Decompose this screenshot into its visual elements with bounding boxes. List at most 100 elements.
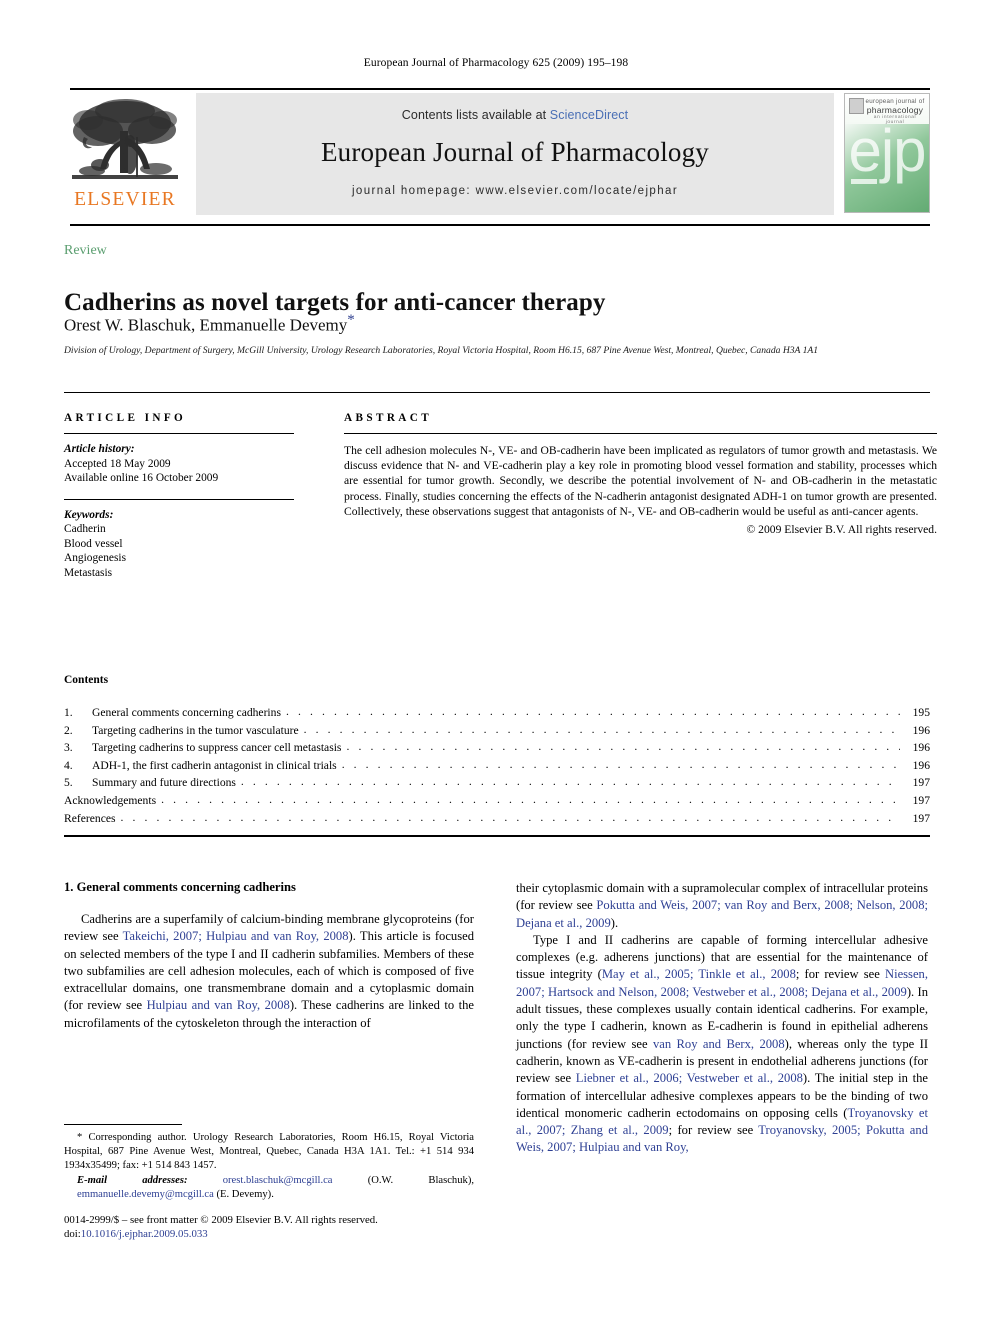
- toc-row[interactable]: References . . . . . . . . . . . . . . .…: [64, 810, 930, 828]
- toc-page-number: 196: [912, 758, 930, 772]
- masthead-top-rule: [70, 88, 930, 90]
- body-paragraph: their cytoplasmic domain with a supramol…: [516, 880, 928, 932]
- citation-link[interactable]: van Roy and Berx, 2008: [653, 1037, 785, 1051]
- citation-link[interactable]: Takeichi, 2007; Hulpiau and van Roy, 200…: [123, 929, 349, 943]
- toc-label[interactable]: Targeting cadherins to suppress cancer c…: [92, 739, 346, 757]
- article-type-label: Review: [64, 243, 107, 258]
- toc-row[interactable]: 3. Targeting cadherins to suppress cance…: [64, 739, 930, 757]
- text-run: ; for review see: [668, 1123, 759, 1138]
- toc-page-number: 197: [912, 776, 930, 790]
- abstract-rule: [344, 433, 937, 434]
- journal-masthead: ELSEVIER Contents lists available at Sci…: [70, 93, 930, 215]
- running-head: European Journal of Pharmacology 625 (20…: [363, 57, 629, 69]
- affiliation-rule: [64, 392, 930, 393]
- author-names: Orest W. Blaschuk, Emmanuelle Devemy: [64, 315, 348, 335]
- toc-label[interactable]: Acknowledgements: [64, 792, 161, 810]
- table-of-contents: 1. General comments concerning cadherins…: [64, 704, 930, 827]
- email-link-2[interactable]: emmanuelle.devemy@mcgill.ca: [77, 1189, 214, 1200]
- text-run: ).: [610, 915, 619, 930]
- toc-leader-dots: . . . . . . . . . . . . . . . . . . . . …: [120, 810, 901, 824]
- toc-page-number: 196: [912, 723, 930, 737]
- toc-label[interactable]: Targeting cadherins in the tumor vascula…: [92, 722, 304, 740]
- article-history-label: Article history:: [64, 443, 135, 455]
- body-column-left: 1. General comments concerning cadherins…: [64, 880, 474, 1032]
- email-addresses-label: E-mail addresses:: [77, 1174, 188, 1186]
- doi-label: doi:: [64, 1228, 81, 1241]
- keyword-item: Angiogenesis: [64, 552, 127, 564]
- toc-number: 1.: [64, 706, 73, 719]
- cover-line-1: european journal of: [865, 98, 925, 105]
- corresponding-author-note: * Corresponding author. Urology Research…: [64, 1131, 474, 1174]
- article-info-column: ARTICLE INFO Article history: Accepted 1…: [64, 412, 294, 580]
- contents-available-line: Contents lists available at ScienceDirec…: [196, 93, 834, 122]
- cover-line-2: pharmacology: [866, 105, 924, 115]
- masthead-banner: Contents lists available at ScienceDirec…: [196, 93, 834, 215]
- abstract-copyright: © 2009 Elsevier B.V. All rights reserved…: [746, 523, 937, 537]
- toc-number: 5.: [64, 776, 73, 790]
- toc-page-number: 197: [912, 811, 930, 825]
- text-run: ; for review see: [795, 967, 885, 982]
- toc-leader-dots: . . . . . . . . . . . . . . . . . . . . …: [240, 775, 900, 789]
- elsevier-wordmark: ELSEVIER: [74, 189, 176, 210]
- cover-publisher-mark-icon: [849, 98, 864, 114]
- toc-row[interactable]: 5. Summary and future directions . . . .…: [64, 774, 930, 792]
- article-history-block: Article history: Accepted 18 May 2009 Av…: [64, 442, 294, 486]
- toc-row[interactable]: Acknowledgements . . . . . . . . . . . .…: [64, 792, 930, 810]
- article-info-heading: ARTICLE INFO: [64, 412, 187, 424]
- citation-link[interactable]: Liebner et al., 2006; Vestweber et al., …: [576, 1071, 803, 1085]
- toc-leader-dots: . . . . . . . . . . . . . . . . . . . . …: [346, 740, 900, 754]
- corresponding-author-marker: *: [347, 312, 355, 328]
- toc-page-number: 197: [912, 793, 930, 807]
- accepted-date: Accepted 18 May 2009: [64, 457, 171, 470]
- author-list: Orest W. Blaschuk, Emmanuelle Devemy*: [64, 312, 930, 336]
- body-paragraph: Type I and II cadherins are capable of f…: [516, 932, 928, 1157]
- toc-row[interactable]: 2. Targeting cadherins in the tumor vasc…: [64, 722, 930, 740]
- email-link-1[interactable]: orest.blaschuk@mcgill.ca: [223, 1175, 333, 1186]
- citation-link[interactable]: May et al., 2005; Tinkle et al., 2008: [602, 967, 796, 981]
- toc-label[interactable]: Summary and future directions: [92, 774, 241, 792]
- keywords-rule: [64, 498, 294, 500]
- toc-row[interactable]: 4. ADH-1, the first cadherin antagonist …: [64, 757, 930, 775]
- sciencedirect-link[interactable]: ScienceDirect: [550, 108, 628, 122]
- toc-label[interactable]: General comments concerning cadherins: [92, 704, 286, 722]
- keywords-label: Keywords:: [64, 508, 114, 521]
- toc-label[interactable]: ADH-1, the first cadherin antagonist in …: [92, 757, 342, 775]
- journal-homepage-link[interactable]: journal homepage: www.elsevier.com/locat…: [196, 185, 834, 197]
- cover-accent-bar: [851, 179, 877, 184]
- journal-cover-thumbnail[interactable]: european journal of pharmacology an inte…: [844, 93, 930, 213]
- journal-title: European Journal of Pharmacology: [320, 137, 710, 167]
- footnote-star-marker: *: [77, 1132, 83, 1143]
- available-online-date: Available online 16 October 2009: [64, 472, 219, 484]
- toc-leader-dots: . . . . . . . . . . . . . . . . . . . . …: [161, 792, 900, 806]
- journal-article-page: European Journal of Pharmacology 625 (20…: [0, 0, 992, 1323]
- toc-leader-dots: . . . . . . . . . . . . . . . . . . . . …: [303, 722, 900, 736]
- toc-page-number: 196: [912, 741, 930, 755]
- abstract-column: ABSTRACT The cell adhesion molecules N-,…: [344, 412, 937, 536]
- body-column-right: their cytoplasmic domain with a supramol…: [516, 880, 928, 1157]
- citation-link[interactable]: Hulpiau and van Roy, 2008: [147, 998, 290, 1012]
- footnote-block: * Corresponding author. Urology Research…: [64, 1131, 474, 1202]
- toc-page-number: 195: [912, 706, 930, 719]
- text-run: Corresponding author. Urology Research L…: [64, 1132, 474, 1172]
- toc-label[interactable]: References: [64, 810, 121, 828]
- keywords-block: Keywords: Cadherin Blood vessel Angiogen…: [64, 508, 294, 581]
- keyword-item: Metastasis: [64, 566, 113, 579]
- keyword-item: Cadherin: [64, 523, 106, 535]
- article-info-rule: [64, 433, 294, 434]
- footnote-rule: [64, 1124, 182, 1125]
- elsevier-logo: ELSEVIER: [70, 93, 180, 215]
- elsevier-tree-icon: [70, 93, 180, 189]
- issn-front-matter: 0014-2999/$ – see front matter © 2009 El…: [64, 1214, 378, 1226]
- body-paragraph: Cadherins are a superfamily of calcium-b…: [64, 911, 474, 1032]
- text-run: (O.W. Blaschuk),: [332, 1174, 475, 1186]
- toc-number: 4.: [64, 758, 73, 772]
- cover-monogram: ejp: [848, 117, 926, 184]
- affiliation: Division of Urology, Department of Surge…: [64, 345, 819, 356]
- contents-heading: Contents: [64, 674, 109, 686]
- contents-bottom-rule: [64, 835, 930, 837]
- section-heading-1: 1. General comments concerning cadherins: [64, 880, 296, 894]
- toc-row[interactable]: 1. General comments concerning cadherins…: [64, 704, 930, 722]
- toc-number: 2.: [64, 723, 73, 737]
- doi-link[interactable]: 10.1016/j.ejphar.2009.05.033: [81, 1228, 208, 1240]
- text-run: (E. Devemy).: [213, 1188, 274, 1200]
